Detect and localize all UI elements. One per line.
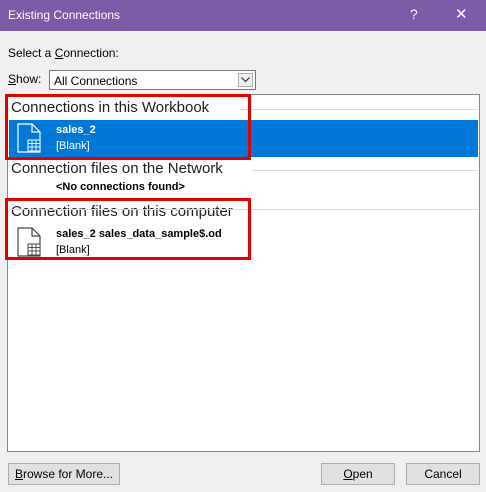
open-button[interactable]: Open [321, 463, 395, 485]
chevron-down-icon[interactable] [238, 73, 253, 87]
show-label: Show: [8, 72, 42, 86]
help-button[interactable]: ? [410, 6, 418, 22]
group-divider [240, 109, 478, 110]
cancel-button[interactable]: Cancel [406, 463, 480, 485]
select-connection-label: Select a Connection: [8, 46, 119, 60]
highlight-box-computer [5, 198, 251, 260]
close-button[interactable]: ✕ [455, 5, 468, 23]
window-title: Existing Connections [8, 8, 121, 22]
no-connections-text: <No connections found> [56, 181, 185, 193]
show-dropdown-value: All Connections [54, 74, 138, 88]
title-bar: Existing Connections ? ✕ [0, 0, 486, 31]
group-header-network: Connection files on the Network [11, 160, 223, 177]
show-dropdown[interactable]: All Connections [49, 70, 256, 90]
group-divider [252, 170, 478, 171]
browse-for-more-button[interactable]: Browse for More... [8, 463, 120, 485]
highlight-box-workbook [5, 94, 251, 160]
